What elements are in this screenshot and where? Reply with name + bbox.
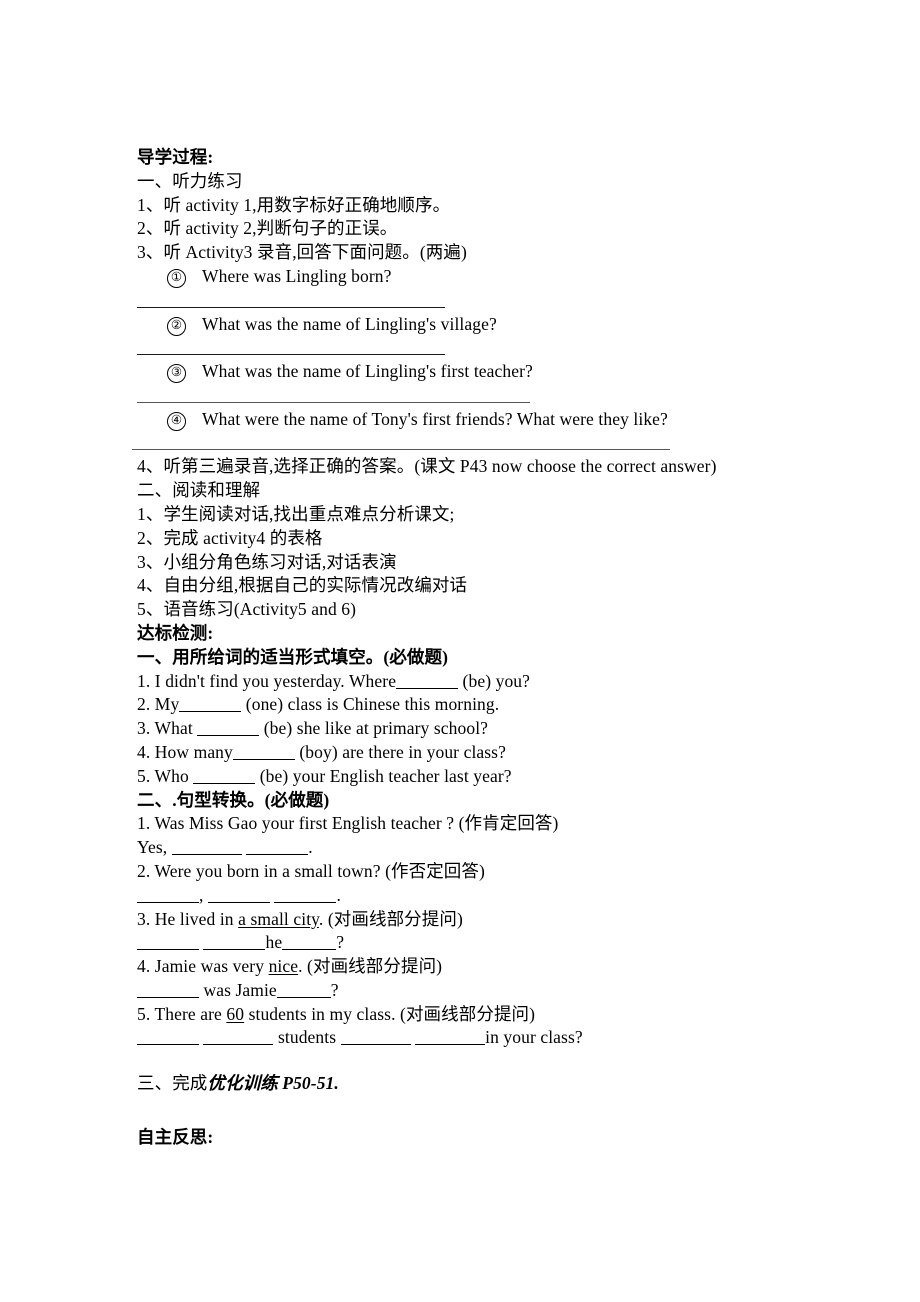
exercise-one-item-1: 1. I didn't find you yesterday. Where (b…	[137, 670, 837, 694]
part-one-heading: 一、听力练习	[137, 170, 243, 191]
exercise-two-item-1-answer: Yes, .	[137, 836, 837, 860]
exercise-two-item-3-prompt: 3. He lived in a small city. (对画线部分提问)	[137, 908, 837, 932]
answer-blank[interactable]	[137, 885, 199, 903]
reflection-heading: 自主反思:	[137, 1127, 214, 1148]
answer-blank[interactable]	[171, 837, 242, 856]
part-two-heading: 二、阅读和理解	[137, 480, 261, 501]
exercise-three-heading: 三、完成优化训练 P50-51.	[137, 1072, 837, 1096]
listening-question-3: ③ What was the name of Lingling's first t…	[137, 360, 837, 384]
exercise-two-item-3-answer: he?	[137, 931, 837, 955]
circled-number-1: ①	[167, 268, 186, 288]
listening-item-1: 1、听 activity 1,用数字标好正确地顺序。	[137, 194, 451, 215]
exercise-two-item-4-answer-post: ?	[330, 979, 339, 1000]
exercise-two-item-5-underlined: 60	[226, 1003, 245, 1024]
exercise-two-item-1-prompt: 1. Was Miss Gao your first English teach…	[137, 813, 559, 834]
exercise-one-item-5-pre: 5. Who	[137, 765, 194, 786]
answer-blank[interactable]	[207, 885, 270, 903]
exercise-one-item-2-pre: 2. My	[137, 694, 180, 715]
exercise-two-item-3-underlined: a small city	[238, 908, 319, 929]
answer-rule-1[interactable]	[137, 289, 837, 313]
answer-blank[interactable]	[340, 1028, 411, 1046]
reading-item-2: 2、完成 activity4 的表格	[137, 527, 323, 548]
reading-item-3: 3、小组分角色练习对话,对话表演	[137, 551, 397, 572]
answer-blank[interactable]	[203, 933, 266, 951]
exercise-one-item-4: 4. How many (boy) are there in your clas…	[137, 741, 837, 765]
answer-blank[interactable]	[179, 695, 242, 713]
answer-blank[interactable]	[232, 742, 295, 760]
exercise-two-item-1-answer-post: .	[308, 837, 313, 858]
answer-blank[interactable]	[197, 719, 260, 737]
listening-question-2: ② What was the name of Lingling's village…	[137, 313, 837, 337]
circled-number-3: ③	[167, 364, 186, 384]
guide-process-heading: 导学过程:	[137, 147, 214, 167]
document-page: 导学过程: 一、听力练习 1、听 activity 1,用数字标好正确地顺序。 …	[0, 0, 920, 1302]
exercise-two-item-5-prompt: 5. There are 60 students in my class. (对…	[137, 1003, 837, 1027]
exercise-two-item-5-answer: students in your class?	[137, 1026, 837, 1050]
exercise-one-heading: 一、用所给词的适当形式填空。(必做题)	[137, 646, 449, 667]
reading-item-1: 1、学生阅读对话,找出重点难点分析课文;	[137, 503, 455, 524]
exercise-two-item-4-underlined: nice	[268, 956, 299, 977]
exercise-two-item-3-prompt-a: 3. He lived in	[137, 908, 239, 929]
listening-question-1-text: Where was Lingling born?	[202, 265, 392, 286]
listening-item-2: 2、听 activity 2,判断句子的正误。	[137, 218, 398, 239]
exercise-two-item-3-prompt-b: . (对画线部分提问)	[318, 908, 463, 929]
answer-blank[interactable]	[137, 1028, 199, 1046]
answer-blank[interactable]	[203, 1028, 274, 1046]
answer-rule-4[interactable]	[132, 432, 837, 456]
exercise-two-item-3-answer-mid: he	[265, 932, 283, 953]
exercise-one-item-4-pre: 4. How many	[137, 741, 233, 762]
exercise-three-prefix: 三、完成	[137, 1073, 208, 1094]
listening-question-3-text: What was the name of Lingling's first te…	[202, 361, 533, 382]
listening-item-4: 4、听第三遍录音,选择正确的答案。(课文 P43 now choose the …	[137, 456, 717, 477]
answer-blank[interactable]	[415, 1028, 486, 1046]
answer-blank[interactable]	[193, 766, 256, 784]
answer-blank[interactable]	[137, 980, 199, 998]
exercise-one-item-2-post: (one) class is Chinese this morning.	[241, 694, 500, 715]
exercise-two-item-4-prompt-a: 4. Jamie was very	[137, 956, 269, 977]
exercise-two-item-5-prompt-a: 5. There are	[137, 1003, 227, 1024]
exercise-two-item-3-answer-post: ?	[336, 932, 345, 953]
circled-number-4: ④	[167, 411, 186, 431]
exercise-two-item-1-answer-pre: Yes,	[137, 837, 172, 858]
exercise-one-item-5-post: (be) your English teacher last year?	[255, 765, 512, 786]
listening-question-1: ① Where was Lingling born?	[137, 265, 837, 289]
exercise-one-item-2: 2. My (one) class is Chinese this mornin…	[137, 693, 837, 717]
answer-blank[interactable]	[137, 933, 199, 951]
listening-item-3: 3、听 Activity3 录音,回答下面问题。(两遍)	[137, 242, 467, 263]
reading-item-4: 4、自由分组,根据自己的实际情况改编对话	[137, 575, 468, 596]
exercise-two-heading: 二、.句型转换。(必做题)	[137, 789, 330, 810]
exercise-one-item-1-post: (be) you?	[458, 670, 531, 691]
listening-question-4: ④ What were the name of Tony's first frie…	[137, 408, 837, 432]
exercise-two-item-4-prompt: 4. Jamie was very nice. (对画线部分提问)	[137, 955, 837, 979]
answer-rule-2[interactable]	[137, 336, 837, 360]
exercise-one-item-4-post: (boy) are there in your class?	[294, 741, 506, 762]
exercise-two-item-4-answer-mid: was Jamie	[203, 979, 277, 1000]
document-body: 导学过程: 一、听力练习 1、听 activity 1,用数字标好正确地顺序。 …	[132, 146, 837, 1150]
exercise-two-item-4-prompt-b: . (对画线部分提问)	[298, 956, 443, 977]
exercise-two-item-2-prompt: 2. Were you born in a small town? (作否定回答…	[137, 860, 485, 881]
answer-blank[interactable]	[282, 933, 337, 951]
reading-item-5: 5、语音练习(Activity5 and 6)	[137, 599, 357, 620]
answer-blank[interactable]	[246, 837, 309, 856]
exercise-two-item-5-answer-mid: students	[277, 1027, 337, 1048]
exercise-one-item-3-pre: 3. What	[137, 718, 198, 739]
exercise-two-item-5-answer-post: in your class?	[485, 1027, 583, 1048]
listening-question-2-text: What was the name of Lingling's village?	[202, 313, 497, 334]
exercise-one-item-5: 5. Who (be) your English teacher last ye…	[137, 765, 837, 789]
answer-rule-3[interactable]	[137, 384, 837, 408]
exercise-two-item-2-answer-post: .	[336, 884, 341, 905]
exercise-one-item-1-pre: 1. I didn't find you yesterday. Where	[137, 670, 397, 691]
answer-blank[interactable]	[276, 980, 331, 998]
exercise-two-item-4-answer: was Jamie?	[137, 979, 837, 1003]
exercise-three-emphasis: 优化训练 P50-51.	[207, 1073, 339, 1094]
answer-blank[interactable]	[274, 885, 337, 903]
exercise-one-item-3: 3. What (be) she like at primary school?	[137, 717, 837, 741]
test-heading: 达标检测:	[137, 622, 214, 643]
circled-number-2: ②	[167, 316, 186, 336]
exercise-two-item-2-answer: , .	[137, 884, 837, 908]
exercise-one-item-3-post: (be) she like at primary school?	[259, 718, 489, 739]
listening-question-4-text: What were the name of Tony's first frien…	[202, 408, 668, 429]
exercise-two-item-5-prompt-b: students in my class. (对画线部分提问)	[244, 1003, 536, 1024]
answer-blank[interactable]	[396, 671, 459, 689]
